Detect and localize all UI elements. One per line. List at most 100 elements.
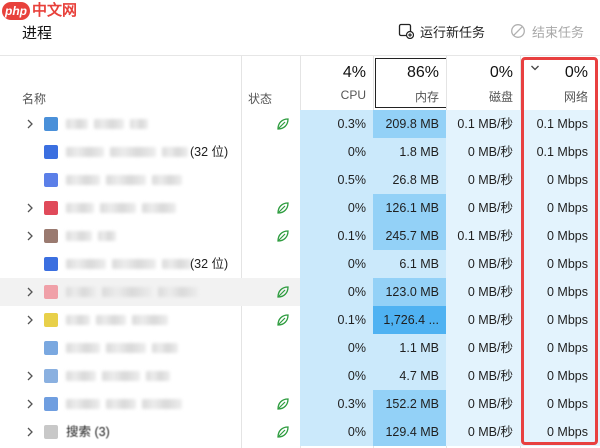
watermark-logo: php 中文网 — [0, 0, 90, 22]
redacted-process-name — [100, 203, 136, 213]
memory-value: 1.1 MB — [373, 334, 446, 362]
app-icon — [44, 397, 58, 411]
redacted-process-name — [146, 371, 170, 381]
redacted-process-name — [66, 287, 96, 297]
efficiency-leaf-icon — [275, 396, 291, 412]
run-task-icon — [398, 23, 415, 40]
efficiency-leaf-icon — [275, 116, 291, 132]
cpu-value: 0.3% — [300, 390, 373, 418]
run-new-task-label: 运行新任务 — [420, 24, 486, 40]
redacted-process-name — [110, 147, 156, 157]
redacted-process-name — [142, 203, 176, 213]
table-row[interactable]: 0% 4.7 MB 0 MB/秒 0 Mbps — [0, 362, 600, 390]
chevron-right-icon[interactable] — [26, 426, 36, 438]
redacted-process-name — [162, 147, 188, 157]
redacted-process-name — [132, 315, 168, 325]
redacted-process-name — [66, 147, 104, 157]
table-row[interactable]: (32 位) 0% 6.1 MB 0 MB/秒 0 Mbps — [0, 250, 600, 278]
chevron-right-icon[interactable] — [26, 230, 36, 242]
disk-value: 0 MB/秒 — [446, 250, 520, 278]
disk-value: 0.1 MB/秒 — [446, 110, 520, 138]
column-header-cpu[interactable]: 4% CPU — [300, 58, 373, 108]
cpu-value: 0.5% — [300, 166, 373, 194]
cpu-value: 0% — [300, 334, 373, 362]
memory-value: 123.0 MB — [373, 278, 446, 306]
redacted-process-name — [102, 371, 140, 381]
redacted-process-name — [152, 175, 182, 185]
redacted-process-name — [106, 175, 146, 185]
redacted-process-name — [66, 315, 90, 325]
chevron-right-icon[interactable] — [26, 286, 36, 298]
app-icon — [44, 145, 58, 159]
disk-value: 0 MB/秒 — [446, 418, 520, 446]
app-icon — [44, 257, 58, 271]
memory-value: 152.2 MB — [373, 390, 446, 418]
table-row[interactable]: 0% 1.1 MB 0 MB/秒 0 Mbps — [0, 334, 600, 362]
app-icon — [44, 341, 58, 355]
chevron-right-icon[interactable] — [26, 370, 36, 382]
redacted-process-name — [66, 175, 100, 185]
disk-total-percent: 0% — [489, 64, 513, 81]
table-row[interactable]: 0.5% 26.8 MB 0 MB/秒 0 Mbps — [0, 166, 600, 194]
title-bar: php 中文网 进程 运行新任务 结束任务 — [0, 0, 600, 56]
app-icon — [44, 117, 58, 131]
table-row[interactable]: 0.3% 209.8 MB 0.1 MB/秒 0.1 Mbps — [0, 110, 600, 138]
cpu-value: 0.1% — [300, 306, 373, 334]
redacted-process-name — [96, 315, 126, 325]
process-list: 0.3% 209.8 MB 0.1 MB/秒 0.1 Mbps (32 位) 0% 1.8 … — [0, 110, 600, 448]
cpu-value: 0% — [300, 194, 373, 222]
table-row[interactable]: 0% 123.0 MB 0 MB/秒 0 Mbps — [0, 278, 600, 306]
prohibit-icon — [510, 23, 526, 39]
chevron-right-icon[interactable] — [26, 202, 36, 214]
disk-value: 0 MB/秒 — [446, 138, 520, 166]
process-arch-suffix: (32 位) — [190, 257, 229, 271]
chevron-right-icon[interactable] — [26, 314, 36, 326]
efficiency-leaf-icon — [275, 200, 291, 216]
cpu-value: 0% — [300, 138, 373, 166]
cpu-total-percent: 4% — [342, 64, 366, 81]
memory-value: 209.8 MB — [373, 110, 446, 138]
table-row[interactable]: 0.3% 152.2 MB 0 MB/秒 0 Mbps — [0, 390, 600, 418]
table-row[interactable]: 0.1% 1,726.4 ... 0 MB/秒 0 Mbps — [0, 306, 600, 334]
redacted-process-name — [142, 399, 182, 409]
disk-value: 0 MB/秒 — [446, 306, 520, 334]
disk-value: 0 MB/秒 — [446, 166, 520, 194]
column-header-disk[interactable]: 0% 磁盘 — [446, 58, 520, 108]
redacted-process-name — [66, 119, 88, 129]
disk-value: 0 MB/秒 — [446, 278, 520, 306]
column-header-name[interactable]: 名称 — [22, 90, 46, 107]
redacted-process-name — [94, 119, 124, 129]
end-task-button[interactable]: 结束任务 — [510, 20, 584, 42]
redacted-process-name — [102, 287, 152, 297]
network-column-highlight — [521, 57, 598, 445]
watermark-php-badge: php — [2, 2, 30, 20]
memory-value: 4.7 MB — [373, 362, 446, 390]
cpu-label: CPU — [340, 88, 366, 102]
efficiency-leaf-icon — [275, 424, 291, 440]
redacted-process-name — [66, 259, 106, 269]
memory-value: 6.1 MB — [373, 250, 446, 278]
memory-value: 129.4 MB — [373, 418, 446, 446]
chevron-right-icon[interactable] — [26, 118, 36, 130]
redacted-process-name — [162, 259, 192, 269]
efficiency-leaf-icon — [275, 228, 291, 244]
run-new-task-button[interactable]: 运行新任务 — [398, 20, 485, 42]
memory-value: 26.8 MB — [373, 166, 446, 194]
redacted-process-name — [152, 343, 178, 353]
column-header-status[interactable]: 状态 — [248, 90, 272, 107]
disk-value: 0.1 MB/秒 — [446, 222, 520, 250]
chevron-right-icon[interactable] — [26, 398, 36, 410]
table-row[interactable]: 搜索 (3) 0% 129.4 MB 0 MB/秒 0 Mbps — [0, 418, 600, 446]
app-icon — [44, 285, 58, 299]
memory-value: 1.8 MB — [373, 138, 446, 166]
cpu-value: 0.3% — [300, 110, 373, 138]
table-row[interactable]: 0.1% 245.7 MB 0.1 MB/秒 0 Mbps — [0, 222, 600, 250]
redacted-process-name — [98, 231, 116, 241]
app-icon — [44, 173, 58, 187]
disk-value: 0 MB/秒 — [446, 194, 520, 222]
cpu-value: 0% — [300, 418, 373, 446]
table-row[interactable]: 0% 126.1 MB 0 MB/秒 0 Mbps — [0, 194, 600, 222]
disk-value: 0 MB/秒 — [446, 390, 520, 418]
table-row[interactable]: (32 位) 0% 1.8 MB 0 MB/秒 0.1 Mbps — [0, 138, 600, 166]
efficiency-leaf-icon — [275, 312, 291, 328]
